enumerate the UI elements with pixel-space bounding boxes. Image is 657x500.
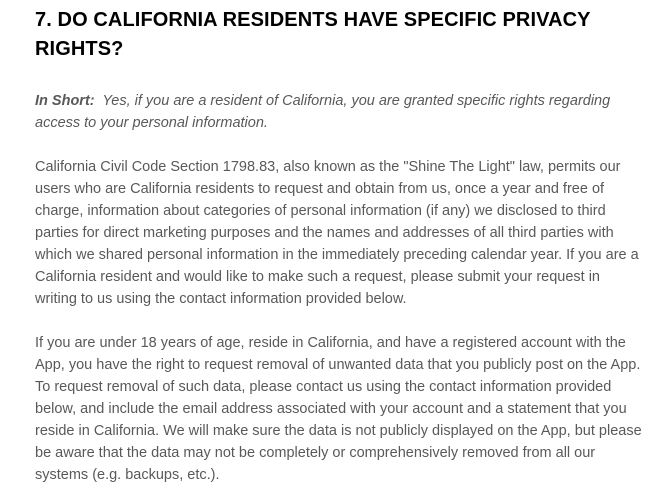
section-heading: 7. DO CALIFORNIA RESIDENTS HAVE SPECIFIC… [35,9,591,60]
in-short-label: In Short: [35,93,95,109]
shine-the-light-paragraph: California Civil Code Section 1798.83, a… [35,159,639,307]
minor-data-removal-paragraph: If you are under 18 years of age, reside… [35,335,642,483]
privacy-section: 7. DO CALIFORNIA RESIDENTS HAVE SPECIFIC… [35,6,645,486]
in-short-summary: In Short: Yes, if you are a resident of … [35,90,645,134]
in-short-text: Yes, if you are a resident of California… [35,93,611,131]
